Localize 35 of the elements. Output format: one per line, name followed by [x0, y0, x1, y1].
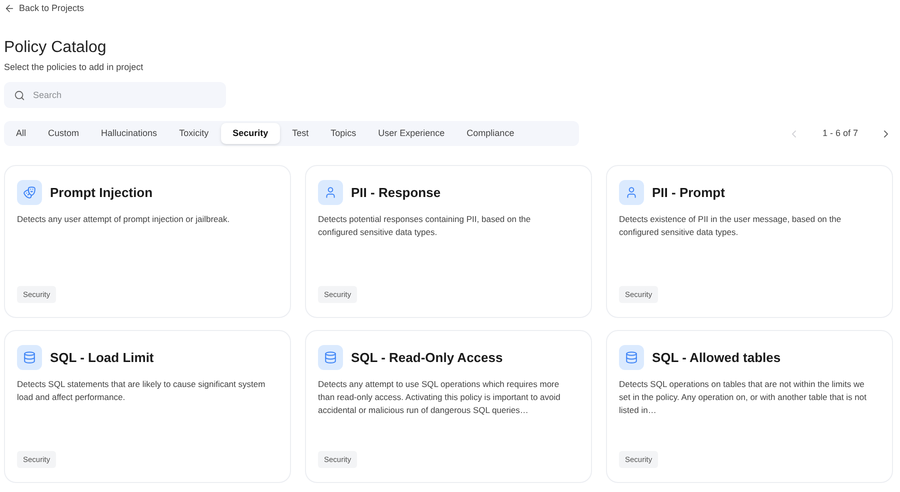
database-icon [324, 351, 337, 364]
category-tab[interactable]: Hallucinations [91, 123, 168, 144]
database-icon [625, 351, 638, 364]
category-tab[interactable]: User Experience [368, 123, 455, 144]
back-link[interactable]: Back to Projects [4, 2, 84, 16]
page-range: 1 - 6 of 7 [822, 126, 858, 140]
category-tab[interactable]: Compliance [456, 123, 524, 144]
page-subtitle: Select the policies to add in project [4, 60, 144, 74]
category-tab[interactable]: Topics [320, 123, 366, 144]
policy-title: SQL - Read-Only Access [351, 348, 503, 367]
policy-description: Detects any user attempt of prompt injection or jailbreak. [17, 213, 231, 226]
policy-title: SQL - Allowed tables [652, 348, 781, 367]
search-icon [14, 90, 25, 100]
policy-title: PII - Prompt [652, 184, 725, 202]
policy-title: Prompt Injection [50, 184, 153, 202]
search-field[interactable]: Search [4, 82, 226, 108]
person-icon [324, 186, 337, 199]
person-icon [625, 186, 638, 199]
database-icon [23, 351, 36, 364]
category-tab[interactable]: All [6, 123, 36, 144]
category-tab[interactable]: Custom [38, 123, 90, 144]
policy-description: Detects potential responses containing PII, based on the configured sensitive data types. [318, 213, 532, 239]
category-tab[interactable]: Test [282, 123, 319, 144]
policy-description: Detects SQL operations on tables that are not within the limits we set in the policy. Any operation on, or with another table that is not listed in… [619, 378, 868, 417]
category-tab[interactable]: Security [220, 123, 280, 144]
policy-description: Detects SQL statements that are likely to cause significant system load and affect performance. [17, 378, 266, 404]
policy-description: Detects any attempt to use SQL operations which requires more than read-only access. Activating this policy is important to avoid accidental or malicious run of dangerous SQL queries… [318, 378, 562, 417]
policy-title: PII - Response [351, 184, 441, 202]
back-arrow-icon [4, 3, 15, 14]
policy-description: Detects existence of PII in the user message, based on the configured sensitive data types. [619, 213, 842, 239]
page-title: Policy Catalog [4, 38, 108, 58]
mask-icon [23, 186, 36, 199]
policy-title: SQL - Load Limit [50, 348, 154, 367]
category-tab[interactable]: Toxicity [169, 123, 219, 144]
policy-card[interactable] [305, 330, 592, 483]
